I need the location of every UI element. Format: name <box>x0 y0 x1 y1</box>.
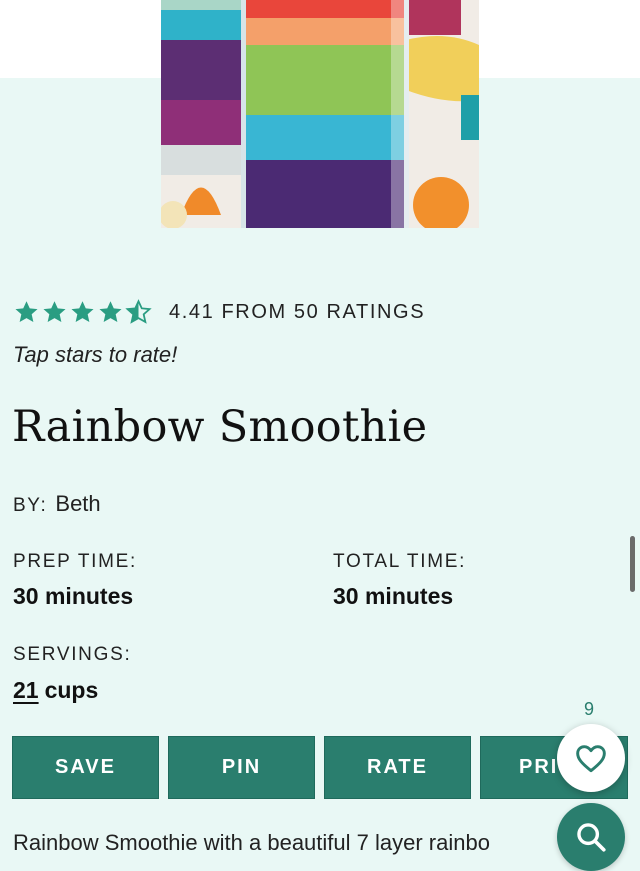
recipe-hero-image <box>161 0 479 228</box>
rating-summary: 4.41 FROM 50 RATINGS <box>169 301 426 323</box>
prep-time-label: PREP TIME: <box>13 551 137 572</box>
rate-button[interactable]: RATE <box>324 736 471 799</box>
total-time-label: TOTAL TIME: <box>333 551 467 572</box>
pin-button[interactable]: PIN <box>168 736 315 799</box>
search-button[interactable] <box>557 803 625 871</box>
author-line: BY: Beth <box>13 491 101 517</box>
author-label: BY: <box>13 495 48 516</box>
prep-time-value: 30 minutes <box>13 583 134 609</box>
recipe-title: Rainbow Smoothie <box>12 402 428 452</box>
favorites-count: 9 <box>584 699 595 719</box>
servings-adjust[interactable]: 21 <box>13 677 39 703</box>
servings-value: 21 cups <box>13 677 98 704</box>
search-icon <box>577 823 606 852</box>
servings-unit: cups <box>44 677 99 703</box>
favorite-button[interactable] <box>557 724 625 792</box>
star-icon[interactable] <box>97 299 124 326</box>
star-icon[interactable] <box>69 299 96 326</box>
author-name[interactable]: Beth <box>55 491 100 516</box>
half-star-icon[interactable] <box>125 299 152 326</box>
scrollbar[interactable] <box>630 536 635 592</box>
recipe-intro: Rainbow Smoothie with a beautiful 7 laye… <box>13 830 490 855</box>
star-icon[interactable] <box>13 299 40 326</box>
save-button[interactable]: SAVE <box>12 736 159 799</box>
heart-icon <box>576 745 606 773</box>
total-time-value: 30 minutes <box>333 583 454 609</box>
star-rating[interactable] <box>13 299 152 326</box>
rating-row[interactable]: 4.41 FROM 50 RATINGS <box>13 299 425 326</box>
servings-label: SERVINGS: <box>13 644 132 665</box>
rate-prompt: Tap stars to rate! <box>13 342 178 367</box>
star-icon[interactable] <box>41 299 68 326</box>
